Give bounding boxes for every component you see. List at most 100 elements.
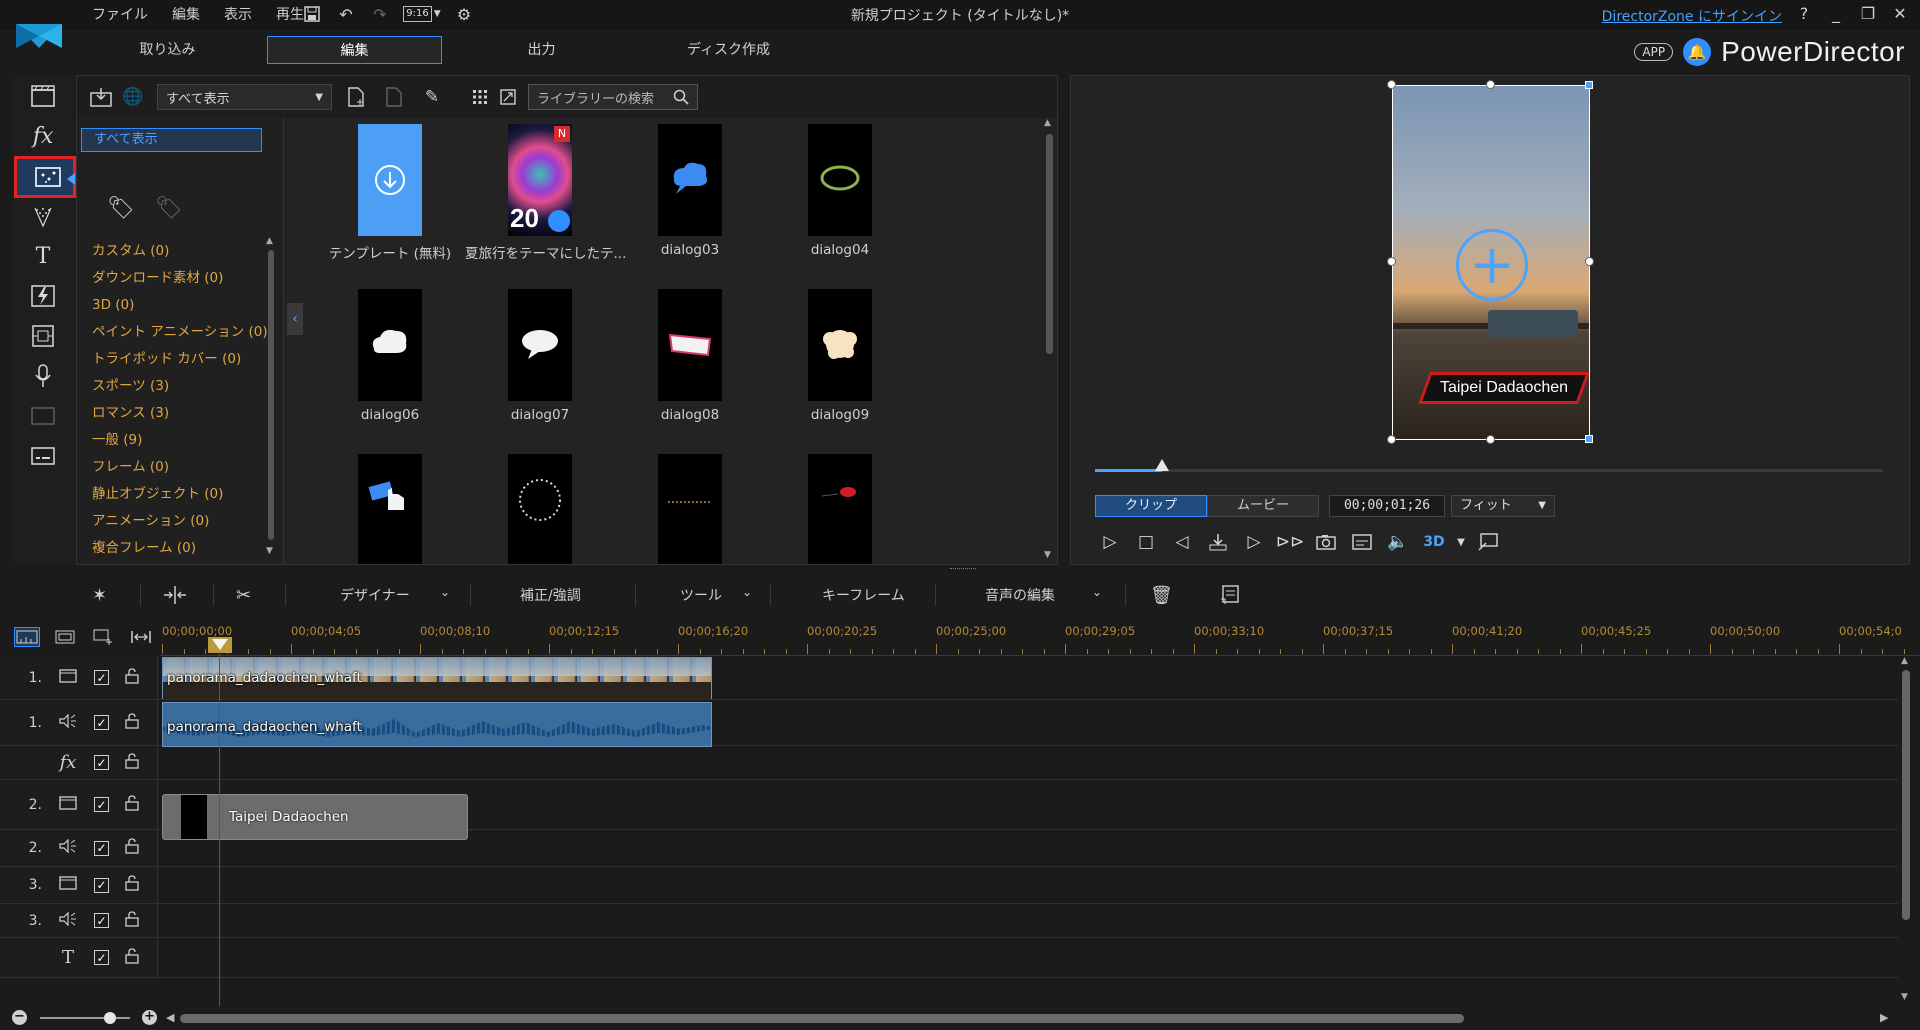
subtitle-toggle-icon[interactable] [1347, 530, 1377, 554]
aspect-ratio-selector[interactable]: 9:16 ▼ [402, 3, 442, 25]
category-frame[interactable]: フレーム (0) [92, 454, 268, 481]
tools-menu[interactable]: ツール [680, 585, 722, 605]
3d-toggle-icon[interactable]: 3D [1419, 530, 1449, 554]
video-clip-panorama[interactable]: panorama_dadaochen_whaft [162, 657, 712, 699]
menu-edit[interactable]: 編集 [160, 4, 212, 26]
track-enable-checkbox[interactable]: ✓ [94, 670, 109, 685]
chevron-down-icon[interactable]: ▼ [1455, 530, 1467, 554]
category-compound-frame[interactable]: 複合フレーム (0) [92, 535, 268, 562]
category-romance[interactable]: ロマンス (3) [92, 400, 268, 427]
tab-produce[interactable]: 出力 [454, 36, 629, 64]
track-row-title[interactable]: T ✓ [0, 938, 1898, 978]
resize-handle-top[interactable] [1486, 80, 1495, 89]
expand-library-icon[interactable] [494, 83, 522, 111]
effect-room-icon[interactable]: fx [28, 121, 58, 151]
delete-trash-icon[interactable]: 🗑 [1150, 583, 1173, 607]
scroll-thumb[interactable] [1046, 134, 1053, 354]
library-item-firework-line[interactable] [615, 454, 765, 564]
tree-item-show-all[interactable]: すべて表示 [81, 128, 262, 152]
storyboard-view-icon[interactable] [52, 627, 78, 647]
track-row-fx[interactable]: fx ✓ [0, 746, 1898, 780]
scroll-left-arrow-icon[interactable]: ◀ [166, 1011, 174, 1024]
zoom-slider-track[interactable] [40, 1017, 130, 1019]
cut-scissors-icon[interactable]: ✂ [236, 583, 251, 607]
track-lock-icon[interactable] [125, 947, 139, 968]
category-paint-animation[interactable]: ペイント アニメーション (0) [92, 319, 268, 346]
view-grid-icon[interactable] [466, 83, 494, 111]
tab-edit[interactable]: 編集 [267, 36, 442, 64]
title-clip-taipei-dadaochen[interactable]: Taipei Dadaochen [162, 794, 468, 840]
snapshot-camera-icon[interactable] [1311, 530, 1341, 554]
close-button[interactable]: ✕ [1890, 4, 1910, 23]
menu-view[interactable]: 表示 [212, 4, 264, 26]
add-tag-icon[interactable]: 🏷 [107, 196, 135, 221]
clip-mode-button[interactable]: クリップ [1095, 495, 1207, 517]
scroll-up-arrow-icon[interactable]: ▲ [266, 236, 273, 246]
chevron-down-icon[interactable]: ⌄ [440, 585, 450, 599]
preview-seek-thumb[interactable] [1155, 459, 1169, 471]
preview-seek-track[interactable] [1095, 469, 1883, 472]
notification-bell-icon[interactable]: 🔔 [1683, 38, 1712, 66]
scroll-down-arrow-icon[interactable]: ▼ [266, 546, 273, 556]
voice-over-microphone-icon[interactable] [28, 361, 58, 391]
track-enable-checkbox[interactable]: ✓ [94, 950, 109, 965]
audio-edit-menu[interactable]: 音声の編集 [985, 585, 1055, 605]
track-lock-icon[interactable] [125, 712, 139, 733]
split-icon[interactable] [1203, 530, 1233, 554]
track-lock-icon[interactable] [125, 752, 139, 773]
tab-disc-creation[interactable]: ディスク作成 [641, 36, 816, 64]
category-downloaded[interactable]: ダウンロード素材 (0) [92, 265, 268, 292]
library-item-lips[interactable] [765, 454, 915, 564]
title-room-icon[interactable]: T [28, 241, 58, 271]
scroll-up-arrow-icon[interactable]: ▲ [1044, 118, 1051, 128]
chevron-down-icon[interactable]: ⌄ [742, 585, 752, 599]
category-general[interactable]: 一般 (9) [92, 427, 268, 454]
library-item-dialog06[interactable]: dialog06 [315, 289, 465, 423]
library-item-dialog07[interactable]: dialog07 [465, 289, 615, 423]
timecode-display[interactable]: 00;00;01;26 [1329, 495, 1445, 517]
library-item-hand-cursor[interactable] [315, 454, 465, 564]
redo-icon[interactable]: ↷ [368, 3, 392, 25]
scroll-thumb[interactable] [268, 250, 274, 540]
zoom-out-icon[interactable]: − [12, 1010, 27, 1025]
resize-handle-right[interactable] [1585, 257, 1594, 266]
zoom-slider-thumb[interactable] [104, 1012, 116, 1024]
track-enable-checkbox[interactable]: ✓ [94, 877, 109, 893]
zoom-fit-dropdown[interactable]: フィット ▼ [1451, 495, 1555, 517]
scroll-up-arrow-icon[interactable]: ▲ [1901, 656, 1908, 666]
settings-gear-icon[interactable]: ⚙ [452, 3, 476, 25]
help-icon[interactable]: ? [1794, 4, 1814, 23]
library-filter-dropdown[interactable]: すべて表示 ▼ [157, 84, 332, 110]
app-badge[interactable]: APP [1634, 43, 1674, 61]
track-row-audio[interactable]: 3. ✓ [0, 904, 1898, 938]
menu-file[interactable]: ファイル [80, 4, 160, 26]
scroll-down-arrow-icon[interactable]: ▼ [1901, 992, 1908, 1002]
chevron-down-icon[interactable]: ⌄ [1092, 585, 1102, 599]
resize-handle-bottom-right[interactable] [1585, 435, 1593, 443]
track-enable-checkbox[interactable]: ✓ [94, 797, 109, 812]
track-row-video[interactable]: 3. ✓ [0, 867, 1898, 904]
restore-button[interactable]: ❐ [1858, 4, 1878, 23]
import-media-icon[interactable] [87, 83, 115, 111]
directorzone-download-icon[interactable]: 🌐 [119, 83, 147, 111]
library-item-summer-travel[interactable]: N 20 夏旅行をテーマにしたテ... [465, 124, 626, 262]
resize-handle-top-left[interactable] [1387, 80, 1396, 89]
tab-capture[interactable]: 取り込み [80, 36, 255, 64]
track-lock-icon[interactable] [125, 875, 139, 895]
preview-canvas[interactable]: + Taipei Dadaochen [1387, 80, 1594, 444]
play-icon[interactable]: ▷ [1095, 530, 1125, 554]
library-item-dialog09[interactable]: dialog09 [765, 289, 915, 423]
directorzone-signin-link[interactable]: DirectorZone にサインイン [1602, 6, 1782, 26]
pip-room-icon[interactable] [28, 321, 58, 351]
remove-tag-icon[interactable]: 🏷 [155, 196, 183, 221]
zoom-in-icon[interactable]: + [142, 1010, 157, 1025]
timeline-horizontal-scroll-thumb[interactable] [180, 1014, 1464, 1023]
scroll-thumb[interactable] [1902, 670, 1910, 920]
playhead-triangle-icon[interactable] [212, 639, 228, 650]
category-tripod-cover[interactable]: トライポッド カバー (0) [92, 346, 268, 373]
next-frame-icon[interactable]: ▷ [1239, 530, 1269, 554]
save-icon[interactable] [300, 3, 324, 25]
category-3d[interactable]: 3D (0) [92, 292, 268, 319]
panel-splitter[interactable] [950, 568, 976, 571]
resize-handle-top-right[interactable] [1585, 81, 1593, 89]
